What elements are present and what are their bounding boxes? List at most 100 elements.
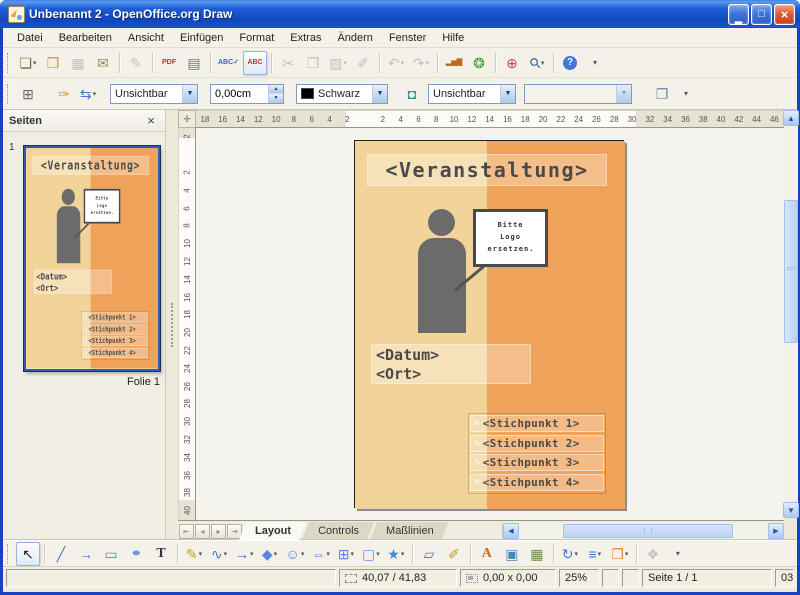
open-button[interactable]: ❒ bbox=[41, 51, 65, 75]
line-button[interactable]: ╱ bbox=[49, 542, 73, 566]
bullet-item[interactable]: ✎ <Stichpunkt 3> bbox=[470, 454, 604, 471]
cursor-position-field[interactable]: 40,07 / 41,83 bbox=[339, 569, 457, 587]
print-button[interactable]: ▤ bbox=[182, 51, 206, 75]
menu-item[interactable]: Bearbeiten bbox=[51, 30, 120, 46]
arrow-style-button[interactable]: ⇆▾ bbox=[76, 82, 100, 106]
line-width-spinner[interactable]: 0,00cm ▲ ▼ bbox=[210, 84, 284, 104]
line-color-combo[interactable]: Schwarz ▼ bbox=[296, 84, 388, 104]
spin-down-icon[interactable]: ▼ bbox=[269, 93, 283, 103]
stars-button[interactable]: ★ ▾ bbox=[384, 542, 408, 566]
object-size-field[interactable]: 0,00 x 0,00 bbox=[460, 569, 556, 587]
cut-button[interactable]: ✂ bbox=[276, 51, 300, 75]
ellipse-button[interactable]: ● bbox=[124, 542, 148, 566]
date-location-block[interactable]: <Datum> <Ort> bbox=[371, 344, 531, 384]
menu-item[interactable]: Format bbox=[231, 30, 282, 46]
scroll-up-icon[interactable]: ▲ bbox=[783, 110, 799, 126]
rotate-button[interactable]: ↻ ▾ bbox=[558, 542, 582, 566]
basic-shapes-button[interactable]: ◆ ▾ bbox=[258, 542, 282, 566]
first-page-button[interactable]: ⇤ bbox=[179, 524, 194, 539]
insert-chart-button[interactable]: ▂▅▇ bbox=[442, 51, 466, 75]
vertical-scroll-thumb[interactable] bbox=[784, 200, 798, 343]
tab-masslinien[interactable]: Maßlinien bbox=[370, 522, 450, 540]
curve-button[interactable]: ✎ ▾ bbox=[182, 542, 206, 566]
arrow-button[interactable]: → bbox=[74, 542, 98, 566]
ruler-origin-button[interactable]: ✛ bbox=[178, 110, 196, 128]
maximize-button[interactable]: □ bbox=[751, 4, 772, 25]
menu-item[interactable]: Ansicht bbox=[120, 30, 172, 46]
shadow-button[interactable]: ❐ bbox=[650, 82, 674, 106]
format-paintbrush-button[interactable]: ✐ bbox=[351, 51, 375, 75]
bullet-item[interactable]: ✎ <Stichpunkt 4> bbox=[470, 474, 604, 491]
redo-button[interactable]: ↷ ▾ bbox=[409, 51, 433, 75]
combo-dropdown-icon[interactable]: ▼ bbox=[372, 85, 387, 103]
scroll-right-icon[interactable]: ▶ bbox=[768, 523, 784, 539]
line-dialog-button[interactable]: ✑ bbox=[52, 82, 76, 106]
lines-arrows-button[interactable]: → ▾ bbox=[232, 542, 257, 566]
poster-page[interactable]: <Veranstaltung> Bitte Logo ersetzen. <Da… bbox=[354, 140, 624, 508]
area-dialog-button[interactable]: ◘ bbox=[400, 82, 424, 106]
connector-button[interactable]: ∿ ▾ bbox=[207, 542, 231, 566]
menu-item[interactable]: Einfügen bbox=[172, 30, 231, 46]
horizontal-scrollbar[interactable]: ◀ ▶ bbox=[502, 523, 784, 539]
template-name-field[interactable]: 03_event_poster bbox=[775, 569, 794, 587]
last-page-button[interactable]: ⇥ bbox=[227, 524, 242, 539]
toolbar-drag-handle[interactable] bbox=[7, 53, 10, 73]
tab-layout[interactable]: Layout bbox=[239, 522, 307, 540]
zoom-button[interactable]: ⚲ ▾ bbox=[525, 51, 549, 75]
symbol-shapes-button[interactable]: ☺ ▾ bbox=[283, 542, 308, 566]
arrange-button[interactable]: ❐ ▾ bbox=[608, 542, 632, 566]
fill-style-combo[interactable]: Unsichtbar ▼ bbox=[428, 84, 516, 104]
prev-page-button[interactable]: ◂ bbox=[195, 524, 210, 539]
horizontal-scroll-thumb[interactable] bbox=[563, 524, 733, 538]
select-button[interactable]: ↖ bbox=[16, 542, 40, 566]
hyperlink-button[interactable]: ❂ bbox=[467, 51, 491, 75]
menu-item[interactable]: Hilfe bbox=[434, 30, 472, 46]
flowchart-button[interactable]: ⊞ ▾ bbox=[334, 542, 358, 566]
logo-placeholder[interactable]: Bitte Logo ersetzen. bbox=[473, 209, 548, 267]
glue-points-button[interactable]: ✐ bbox=[442, 542, 466, 566]
copy-button[interactable]: ❐ bbox=[301, 51, 325, 75]
callouts-button[interactable]: ▢ ▾ bbox=[359, 542, 383, 566]
menu-item[interactable]: Extras bbox=[282, 30, 329, 46]
vertical-scrollbar[interactable]: ▲ ▼ bbox=[784, 110, 798, 518]
scroll-left-icon[interactable]: ◀ bbox=[503, 523, 519, 539]
drawbar-overflow-button[interactable]: ▾ bbox=[666, 542, 690, 566]
align-button[interactable]: ≡ ▾ bbox=[583, 542, 607, 566]
paste-button[interactable]: ▨ ▾ bbox=[326, 51, 350, 75]
poster-title[interactable]: <Veranstaltung> bbox=[367, 154, 607, 186]
export-pdf-button[interactable]: PDF bbox=[157, 51, 181, 75]
bullet-item[interactable]: ✎ <Stichpunkt 1> bbox=[470, 415, 604, 432]
spin-up-icon[interactable]: ▲ bbox=[269, 85, 283, 94]
gallery-button[interactable]: ▦ bbox=[525, 542, 549, 566]
menu-item[interactable]: Fenster bbox=[381, 30, 434, 46]
save-button[interactable]: ▦ bbox=[66, 51, 90, 75]
help-button[interactable]: ? bbox=[558, 51, 582, 75]
page-number-field[interactable]: Seite 1 / 1 bbox=[642, 569, 772, 587]
menu-item[interactable]: Datei bbox=[9, 30, 51, 46]
send-email-button[interactable]: ✉ bbox=[91, 51, 115, 75]
block-arrows-button[interactable]: ⇔ ▾ bbox=[308, 542, 333, 566]
toolbar-drag-handle[interactable] bbox=[7, 544, 10, 564]
slide-name-label[interactable]: Folie 1 bbox=[24, 376, 160, 388]
horizontal-ruler[interactable]: 1816141210864224681012141618202224262830… bbox=[196, 110, 784, 128]
close-button[interactable]: × bbox=[774, 4, 795, 25]
spellcheck-button[interactable]: ABC✓ bbox=[215, 51, 242, 75]
menu-item[interactable]: Ändern bbox=[329, 30, 380, 46]
drawing-canvas[interactable]: <Veranstaltung> Bitte Logo ersetzen. <Da… bbox=[196, 128, 784, 520]
text-button[interactable]: T bbox=[149, 542, 173, 566]
toolbar-overflow-button[interactable]: ▾ bbox=[674, 82, 698, 106]
navigator-button[interactable]: ⊕ bbox=[500, 51, 524, 75]
scroll-down-icon[interactable]: ▼ bbox=[783, 502, 799, 518]
zoom-level-field[interactable]: 25% bbox=[559, 569, 599, 587]
new-document-button[interactable]: ❏ ▾ bbox=[16, 51, 40, 75]
edit-points-button[interactable]: ▱ bbox=[417, 542, 441, 566]
panel-splitter[interactable] bbox=[167, 110, 178, 540]
panel-close-icon[interactable]: × bbox=[143, 113, 159, 128]
combo-dropdown-icon[interactable]: ▼ bbox=[500, 85, 515, 103]
undo-button[interactable]: ↶ ▾ bbox=[384, 51, 408, 75]
fontwork-button[interactable]: A bbox=[475, 542, 499, 566]
bullet-list[interactable]: ✎ <Stichpunkt 1> ✎ <Stichpunkt 2> bbox=[468, 413, 606, 494]
page-thumbnail[interactable]: <Veranstaltung> Bitte Logo ersetzen. <Da… bbox=[24, 146, 160, 371]
combo-dropdown-icon[interactable]: ▼ bbox=[182, 85, 197, 103]
toolbar-overflow-button[interactable]: ▾ bbox=[583, 51, 607, 75]
